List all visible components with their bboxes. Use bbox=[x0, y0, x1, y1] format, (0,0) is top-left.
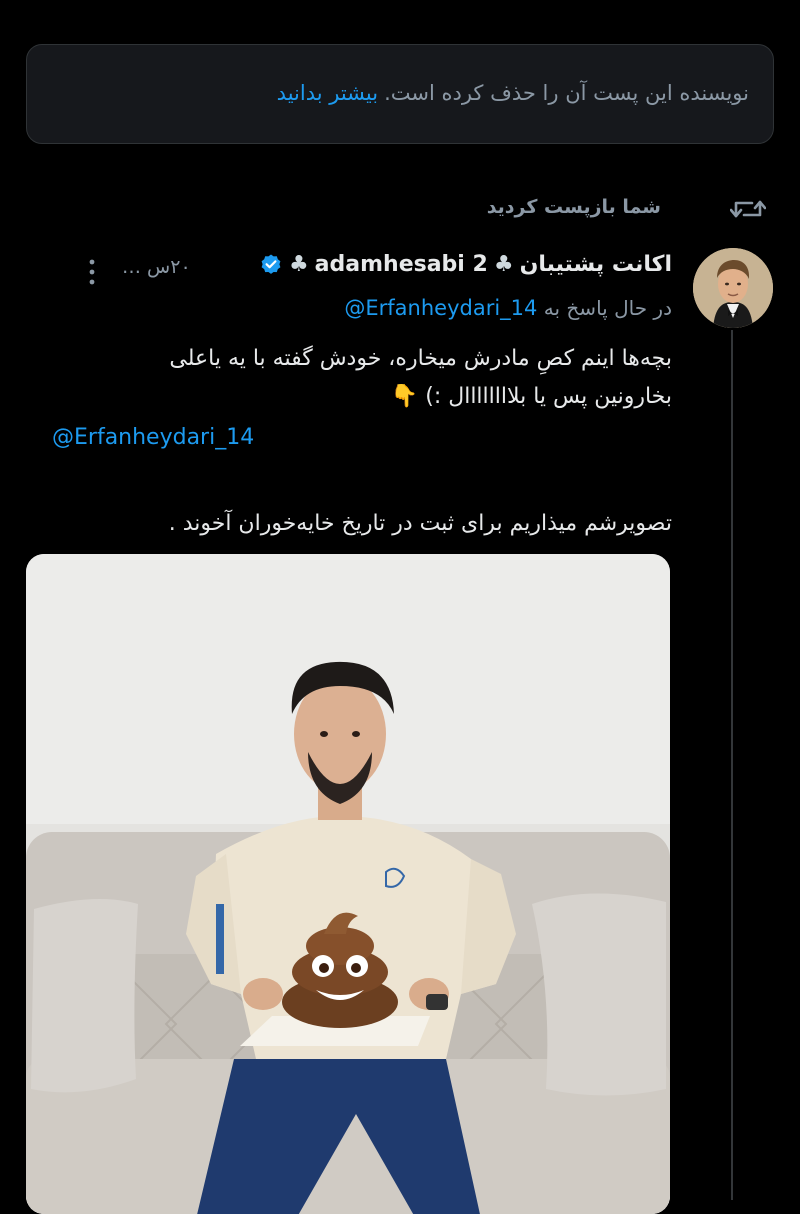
notice-text: نویسنده این پست آن را حذف کرده است. bbox=[384, 81, 749, 105]
post-text-line: بچه‌ها اینم کصِ مادرش میخاره، خودش گفته … bbox=[169, 346, 672, 371]
learn-more-link[interactable]: بیشتر بدانید bbox=[277, 81, 378, 105]
replying-to: در حال پاسخ به @Erfanheydari_14 bbox=[344, 296, 672, 320]
repost-label: شما بازپست کردید bbox=[486, 196, 661, 218]
display-name-handle: adamhesabi 2 bbox=[314, 252, 488, 277]
post-text-line: تصویرشم میذاریم برای ثبت در تاریخ خایه‌خ… bbox=[168, 511, 672, 536]
deleted-post-notice: نویسنده این پست آن را حذف کرده است.بیشتر… bbox=[26, 44, 774, 144]
avatar-image bbox=[693, 248, 773, 328]
club-icon: ♣ bbox=[288, 252, 309, 277]
club-icon: ♣ bbox=[493, 252, 514, 277]
avatar[interactable] bbox=[693, 248, 773, 328]
reply-prefix: در حال پاسخ به bbox=[543, 296, 672, 320]
thread-line bbox=[731, 330, 733, 1200]
reply-mention-link[interactable]: @Erfanheydari_14 bbox=[344, 296, 537, 320]
post-time[interactable]: ۲۰س … bbox=[122, 256, 191, 278]
photo bbox=[26, 554, 670, 1214]
body-mention-link[interactable]: @Erfanheydari_14 bbox=[52, 419, 672, 457]
repost-icon bbox=[730, 200, 766, 218]
display-name[interactable]: اکانت پشتیبان ♣ adamhesabi 2 ♣ bbox=[253, 252, 672, 277]
display-name-text: اکانت پشتیبان bbox=[519, 252, 672, 277]
notice-text-row: نویسنده این پست آن را حذف کرده است.بیشتر… bbox=[277, 81, 749, 105]
post-text: بچه‌ها اینم کصِ مادرش میخاره، خودش گفته … bbox=[52, 340, 672, 543]
post-header: اکانت پشتیبان ♣ adamhesabi 2 ♣ ۲۰س … bbox=[52, 252, 672, 286]
more-vertical-icon[interactable] bbox=[88, 258, 96, 286]
post-media-image[interactable] bbox=[26, 554, 670, 1214]
verified-badge-icon bbox=[261, 254, 281, 274]
repost-indicator: شما بازپست کردید bbox=[26, 196, 766, 224]
post-text-line: بخارونین پس یا بلاااااااال :) 👇 bbox=[390, 384, 672, 409]
